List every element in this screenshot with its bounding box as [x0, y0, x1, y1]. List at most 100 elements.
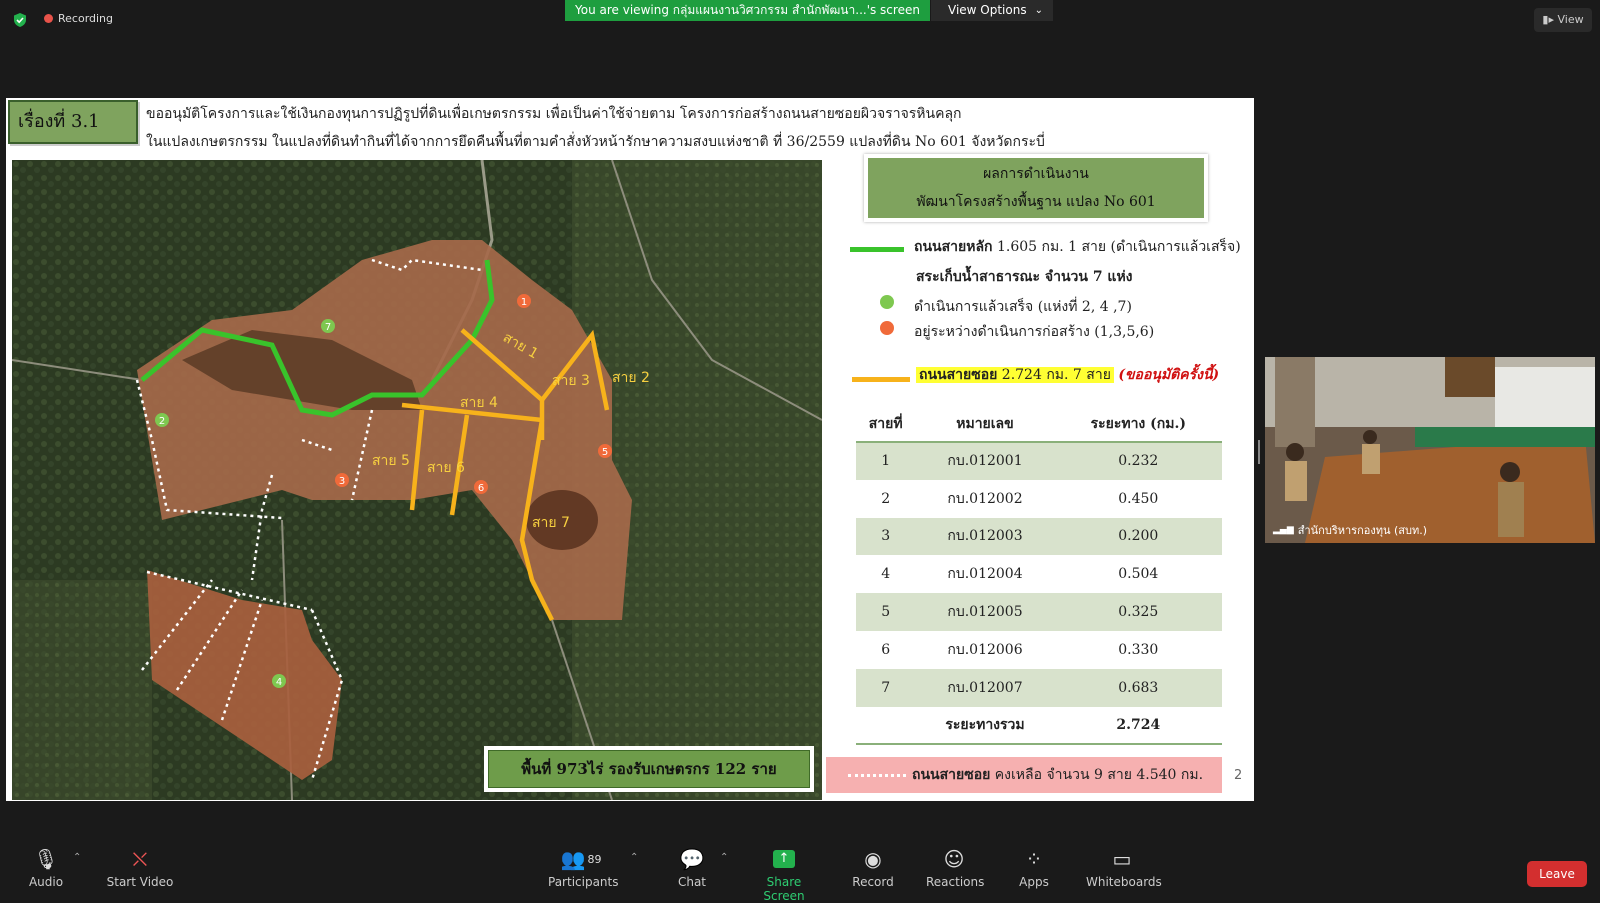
slide-heading-line2: ในแปลงเกษตรกรรม ในแปลงที่ดินทำกินที่ได้จ… [146, 134, 1045, 150]
main-road-legend-swatch [850, 247, 904, 252]
road-no-cell: 1 [856, 442, 916, 480]
apps-label: Apps [1019, 875, 1049, 889]
main-road-legend-bold: ถนนสายหลัก [914, 239, 993, 255]
start-video-button[interactable]: ⛌ Start Video [106, 846, 174, 889]
participants-button[interactable]: 👥 89 Participants [548, 846, 619, 889]
view-layout-label: View [1557, 13, 1584, 26]
recording-dot-icon [44, 14, 53, 23]
reactions-button[interactable]: ☺ Reactions [926, 846, 984, 889]
share-screen-label: Share Screen [763, 875, 805, 903]
sub-road-legend: ถนนสายซอย 2.724 กม. 7 สาย (ขออนุมัติครั้… [916, 364, 1219, 386]
road-no-cell: 4 [881, 566, 891, 583]
pond-done-legend: ดำเนินการแล้วเสร็จ (แห่งที่ 2, 4 ,7) [914, 299, 1132, 315]
whiteboard-icon: ▭ [1112, 847, 1132, 871]
remaining-roads-legend: ถนนสายซอย คงเหลือ จำนวน 9 สาย 4.540 กม. [826, 757, 1222, 793]
video-off-icon: ⛌ [132, 847, 148, 871]
map-canvas: สาย 1 สาย 2 สาย 3 สาย 4 สาย 5 สาย 6 สาย … [12, 160, 822, 800]
road-code-cell: กบ.012003 [915, 517, 1055, 556]
recording-label: Recording [58, 12, 114, 25]
participant-video-tile[interactable]: ▂▄▆ สำนักบริหารกองทุน (สบท.) [1265, 357, 1595, 543]
sub-road-legend-note: (ขออนุมัติครั้งนี้) [1118, 367, 1220, 383]
view-options-button[interactable]: View Options ⌄ [931, 0, 1053, 21]
results-title-box: ผลการดำเนินงาน พัฒนาโครงสร้างพื้นฐาน แปล… [864, 154, 1208, 222]
table-row: 3 กบ.012003 0.200 [856, 517, 1222, 556]
map-label-road-2: สาย 2 [612, 370, 650, 386]
leave-button[interactable]: Leave [1527, 861, 1587, 887]
chat-caret-icon[interactable]: ⌃ [720, 852, 728, 863]
audio-button[interactable]: 🎙 Audio [28, 846, 64, 889]
record-button[interactable]: ◉ Record [850, 846, 896, 889]
signal-bars-icon: ▂▄▆ [1273, 525, 1294, 535]
table-row: 2 กบ.012002 0.450 [856, 480, 1222, 518]
pond-5-number: 5 [602, 447, 608, 458]
viewing-screen-banner: You are viewing กลุ่มแผนงานวิศวกรรม สำนั… [565, 0, 930, 21]
pond-7-number: 7 [325, 322, 331, 333]
road-no-cell: 6 [881, 641, 891, 658]
ponds-legend-text: สระเก็บน้ำสาธารณะ จำนวน 7 แห่ง [916, 269, 1133, 285]
recording-indicator[interactable]: Recording [44, 12, 113, 25]
road-code-cell: กบ.012006 [947, 641, 1023, 658]
main-road-legend: ถนนสายหลัก 1.605 กม. 1 สาย (ดำเนินการแล้… [914, 236, 1241, 258]
remaining-road-legend-text: คงเหลือ จำนวน 9 สาย 4.540 กม. [994, 767, 1204, 783]
table-header-road-no: สายที่ [856, 406, 916, 443]
pond-6-number: 6 [478, 483, 484, 494]
map-label-road-3: สาย 3 [552, 373, 590, 389]
participants-icon: 👥 [560, 847, 586, 871]
share-screen-button[interactable]: ↑ Share Screen [748, 846, 820, 903]
road-distance-cell: 0.330 [1118, 641, 1159, 658]
start-video-label: Start Video [106, 875, 174, 889]
sub-road-legend-swatch [852, 377, 910, 382]
table-total-label: ระยะทางรวม [915, 706, 1055, 746]
video-frame [1265, 357, 1595, 543]
audio-caret-icon[interactable]: ⌃ [73, 852, 81, 863]
shared-slide: เรื่องที่ 3.1 ขออนุมัติโครงการและใช้เงิน… [6, 98, 1254, 801]
road-no-cell: 5 [856, 593, 916, 631]
table-row: 5 กบ.012005 0.325 [856, 593, 1222, 631]
view-layout-icon: ▮▸ [1542, 13, 1554, 26]
pond-progress-legend: อยู่ระหว่างดำเนินการก่อสร้าง (1,3,5,6) [914, 324, 1155, 340]
road-distance-cell: 0.200 [1054, 517, 1222, 556]
sub-road-legend-text: 2.724 กม. 7 สาย [1001, 367, 1111, 383]
record-icon: ◉ [864, 847, 882, 871]
slide-topic: เรื่องที่ 3.1 [18, 111, 100, 132]
share-screen-icon: ↑ [773, 850, 795, 868]
road-no-cell: 7 [856, 668, 916, 707]
road-distance-cell: 0.683 [1054, 668, 1222, 707]
remaining-road-legend-bold: ถนนสายซอย [912, 767, 991, 783]
results-panel: ผลการดำเนินงาน พัฒนาโครงสร้างพื้นฐาน แปล… [824, 154, 1254, 800]
road-code-cell: กบ.012004 [947, 566, 1023, 583]
road-distance-cell: 0.325 [1054, 593, 1222, 631]
view-layout-button[interactable]: ▮▸ View [1534, 8, 1592, 32]
apps-button[interactable]: ⁘ Apps [1018, 846, 1050, 889]
reactions-icon: ☺ [943, 847, 965, 871]
participants-label: Participants [548, 875, 619, 889]
participants-caret-icon[interactable]: ⌃ [630, 852, 638, 863]
chat-button[interactable]: 💬 Chat [674, 846, 710, 889]
microphone-icon: 🎙 [33, 847, 59, 871]
whiteboards-button[interactable]: ▭ Whiteboards [1086, 846, 1162, 889]
road-code-cell: กบ.012005 [915, 593, 1055, 631]
slide-topic-box: เรื่องที่ 3.1 [8, 100, 138, 144]
slide-heading: ขออนุมัติโครงการและใช้เงินกองทุนการปฏิรู… [146, 100, 1045, 156]
results-title-line2: พัฒนาโครงสร้างพื้นฐาน แปลง No 601 [916, 194, 1156, 210]
apps-icon: ⁘ [1025, 847, 1043, 871]
road-distance-cell: 0.450 [1118, 490, 1159, 507]
participants-count: 89 [587, 852, 602, 866]
area-summary-label: พื้นที่ 973ไร่ รองรับเกษตรกร 122 ราย [488, 750, 810, 788]
whiteboards-label: Whiteboards [1086, 875, 1162, 889]
pond-1-number: 1 [521, 297, 527, 308]
road-no-cell: 3 [856, 517, 916, 556]
table-row: 7 กบ.012007 0.683 [856, 668, 1222, 707]
security-shield-icon[interactable] [12, 12, 28, 28]
area-summary-box: พื้นที่ 973ไร่ รองรับเกษตรกร 122 ราย [484, 746, 814, 792]
record-label: Record [852, 875, 894, 889]
main-road-legend-text: 1.605 กม. 1 สาย (ดำเนินการแล้วเสร็จ) [996, 239, 1241, 255]
table-header-row: สายที่ หมายเลข ระยะทาง (กม.) [856, 406, 1222, 443]
pond-progress-legend-icon [880, 321, 894, 335]
table-total-row: ระยะทางรวม 2.724 [856, 706, 1222, 746]
pond-3-number: 3 [339, 476, 345, 487]
panel-resize-handle[interactable] [1258, 440, 1260, 464]
participant-name: ▂▄▆ สำนักบริหารกองทุน (สบท.) [1273, 521, 1427, 539]
table-header-code: หมายเลข [915, 406, 1055, 443]
road-code-cell: กบ.012007 [915, 668, 1055, 707]
